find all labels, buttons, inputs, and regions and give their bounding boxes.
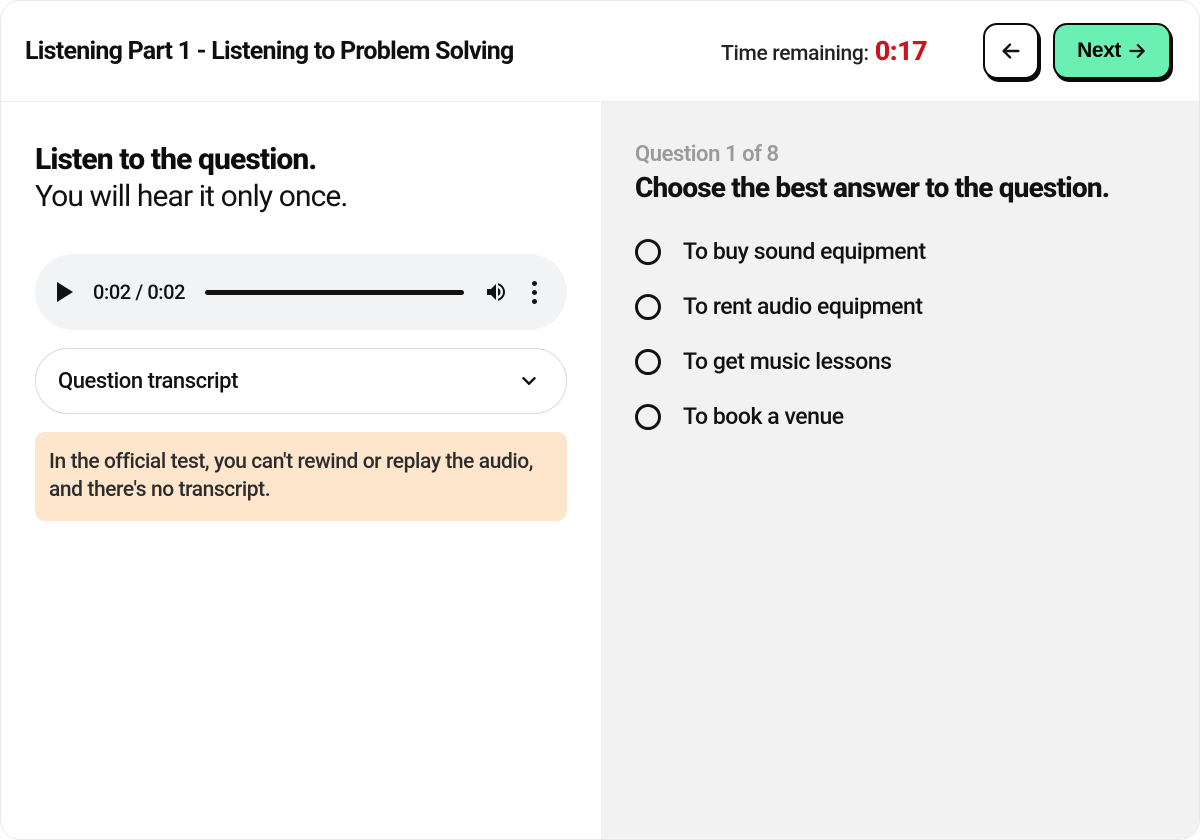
option-2[interactable]: To get music lessons bbox=[635, 348, 1165, 375]
timer-value: 0:17 bbox=[875, 35, 927, 67]
transcript-label: Question transcript bbox=[58, 369, 238, 394]
radio-icon bbox=[635, 239, 661, 265]
app-window: Listening Part 1 - Listening to Problem … bbox=[0, 0, 1200, 840]
option-0[interactable]: To buy sound equipment bbox=[635, 238, 1165, 265]
instruction-heading: Listen to the question. bbox=[35, 142, 567, 177]
instruction-subheading: You will hear it only once. bbox=[35, 179, 567, 214]
question-prompt: Choose the best answer to the question. bbox=[635, 171, 1165, 204]
timer-label: Time remaining: bbox=[721, 42, 869, 66]
question-index: Question 1 of 8 bbox=[635, 142, 1165, 167]
arrow-right-icon bbox=[1127, 41, 1147, 61]
chevron-down-icon bbox=[518, 370, 540, 392]
option-label: To buy sound equipment bbox=[683, 238, 926, 265]
transcript-toggle[interactable]: Question transcript bbox=[35, 348, 567, 414]
option-label: To get music lessons bbox=[683, 348, 892, 375]
options-list: To buy sound equipment To rent audio equ… bbox=[635, 238, 1165, 430]
audio-player: 0:02 / 0:02 bbox=[35, 254, 567, 330]
radio-icon bbox=[635, 404, 661, 430]
left-panel: Listen to the question. You will hear it… bbox=[1, 102, 601, 839]
option-label: To rent audio equipment bbox=[683, 293, 923, 320]
audio-total-time: 0:02 bbox=[147, 280, 185, 304]
arrow-left-icon bbox=[1000, 40, 1022, 62]
timer: Time remaining: 0:17 bbox=[721, 35, 927, 67]
header: Listening Part 1 - Listening to Problem … bbox=[1, 1, 1199, 102]
volume-icon[interactable] bbox=[484, 280, 508, 304]
nav-buttons: Next bbox=[983, 23, 1171, 79]
back-button[interactable] bbox=[983, 23, 1039, 79]
play-icon[interactable] bbox=[57, 282, 73, 302]
option-label: To book a venue bbox=[683, 403, 844, 430]
option-3[interactable]: To book a venue bbox=[635, 403, 1165, 430]
audio-time: 0:02 / 0:02 bbox=[93, 280, 185, 304]
info-notice: In the official test, you can't rewind o… bbox=[35, 432, 567, 521]
radio-icon bbox=[635, 294, 661, 320]
body: Listen to the question. You will hear it… bbox=[1, 102, 1199, 839]
kebab-menu-icon[interactable] bbox=[528, 277, 541, 308]
radio-icon bbox=[635, 349, 661, 375]
right-panel: Question 1 of 8 Choose the best answer t… bbox=[601, 102, 1199, 839]
option-1[interactable]: To rent audio equipment bbox=[635, 293, 1165, 320]
next-button-label: Next bbox=[1077, 39, 1121, 63]
page-title: Listening Part 1 - Listening to Problem … bbox=[25, 37, 701, 66]
next-button[interactable]: Next bbox=[1053, 23, 1171, 79]
audio-current-time: 0:02 bbox=[93, 280, 131, 304]
audio-progress-bar[interactable] bbox=[205, 290, 464, 295]
